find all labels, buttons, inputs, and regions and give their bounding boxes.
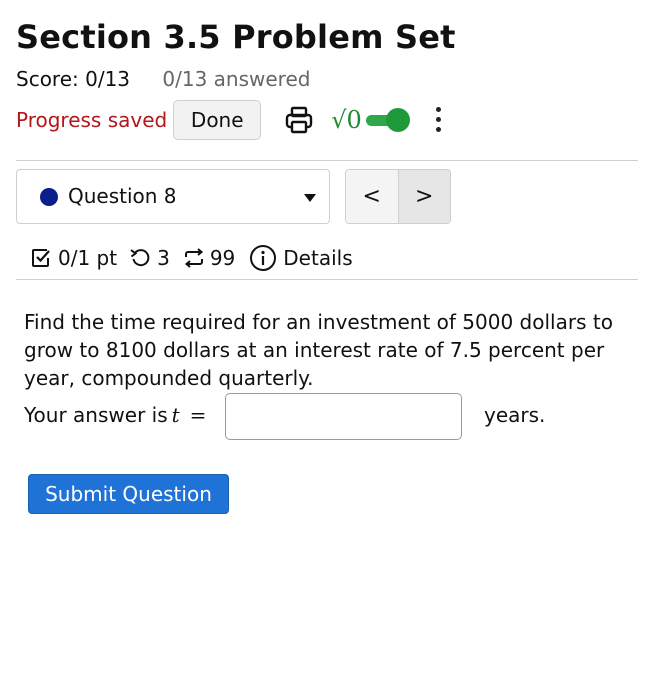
- toggle-knob: [385, 108, 410, 132]
- answer-label: Your answer is t =: [24, 403, 206, 427]
- details-link[interactable]: Details: [283, 246, 352, 270]
- math-entry-toggle[interactable]: [364, 108, 410, 132]
- answer-input[interactable]: [225, 393, 462, 440]
- divider-bottom: [16, 279, 638, 280]
- done-button[interactable]: Done: [173, 100, 262, 140]
- answer-variable: t: [171, 403, 180, 427]
- answer-prefix: Your answer is: [24, 403, 168, 427]
- question-text: Find the time required for an investment…: [24, 310, 613, 390]
- answered-count: 0/13 answered: [162, 67, 311, 91]
- retries-icon: [182, 247, 206, 269]
- score-text: Score: 0/13: [16, 67, 131, 91]
- question-nav-group: < >: [345, 169, 451, 224]
- retries-count: 99: [209, 246, 236, 270]
- previous-question-button[interactable]: <: [346, 170, 399, 223]
- attempts-icon: [129, 247, 151, 269]
- question-select[interactable]: Question 8: [16, 169, 330, 224]
- submit-question-button[interactable]: Submit Question: [28, 474, 229, 514]
- caret-down-icon: [304, 194, 316, 202]
- kebab-menu-icon[interactable]: [434, 104, 442, 136]
- points-text: 0/1 pt: [58, 246, 118, 270]
- answer-unit: years.: [484, 403, 546, 427]
- answer-row: Your answer is t = years.: [24, 393, 624, 441]
- question-select-label: Question 8: [68, 184, 177, 208]
- attempts-count: 3: [157, 246, 170, 270]
- checkbox-icon: [30, 247, 52, 269]
- info-icon[interactable]: [249, 244, 277, 272]
- question-status-dot: [40, 188, 58, 206]
- page-title: Section 3.5 Problem Set: [16, 18, 456, 56]
- toolbar: Progress saved Done √0: [16, 99, 442, 141]
- score-row: Score: 0/13 0/13 answered: [16, 67, 310, 91]
- divider-top: [16, 160, 638, 161]
- question-meta: 0/1 pt 3 99 Details: [30, 240, 353, 276]
- progress-status: Progress saved: [16, 108, 168, 132]
- next-question-button[interactable]: >: [398, 170, 450, 223]
- math-entry-icon[interactable]: √0: [331, 108, 362, 132]
- printer-icon[interactable]: [283, 104, 315, 136]
- answer-equals: =: [189, 403, 207, 427]
